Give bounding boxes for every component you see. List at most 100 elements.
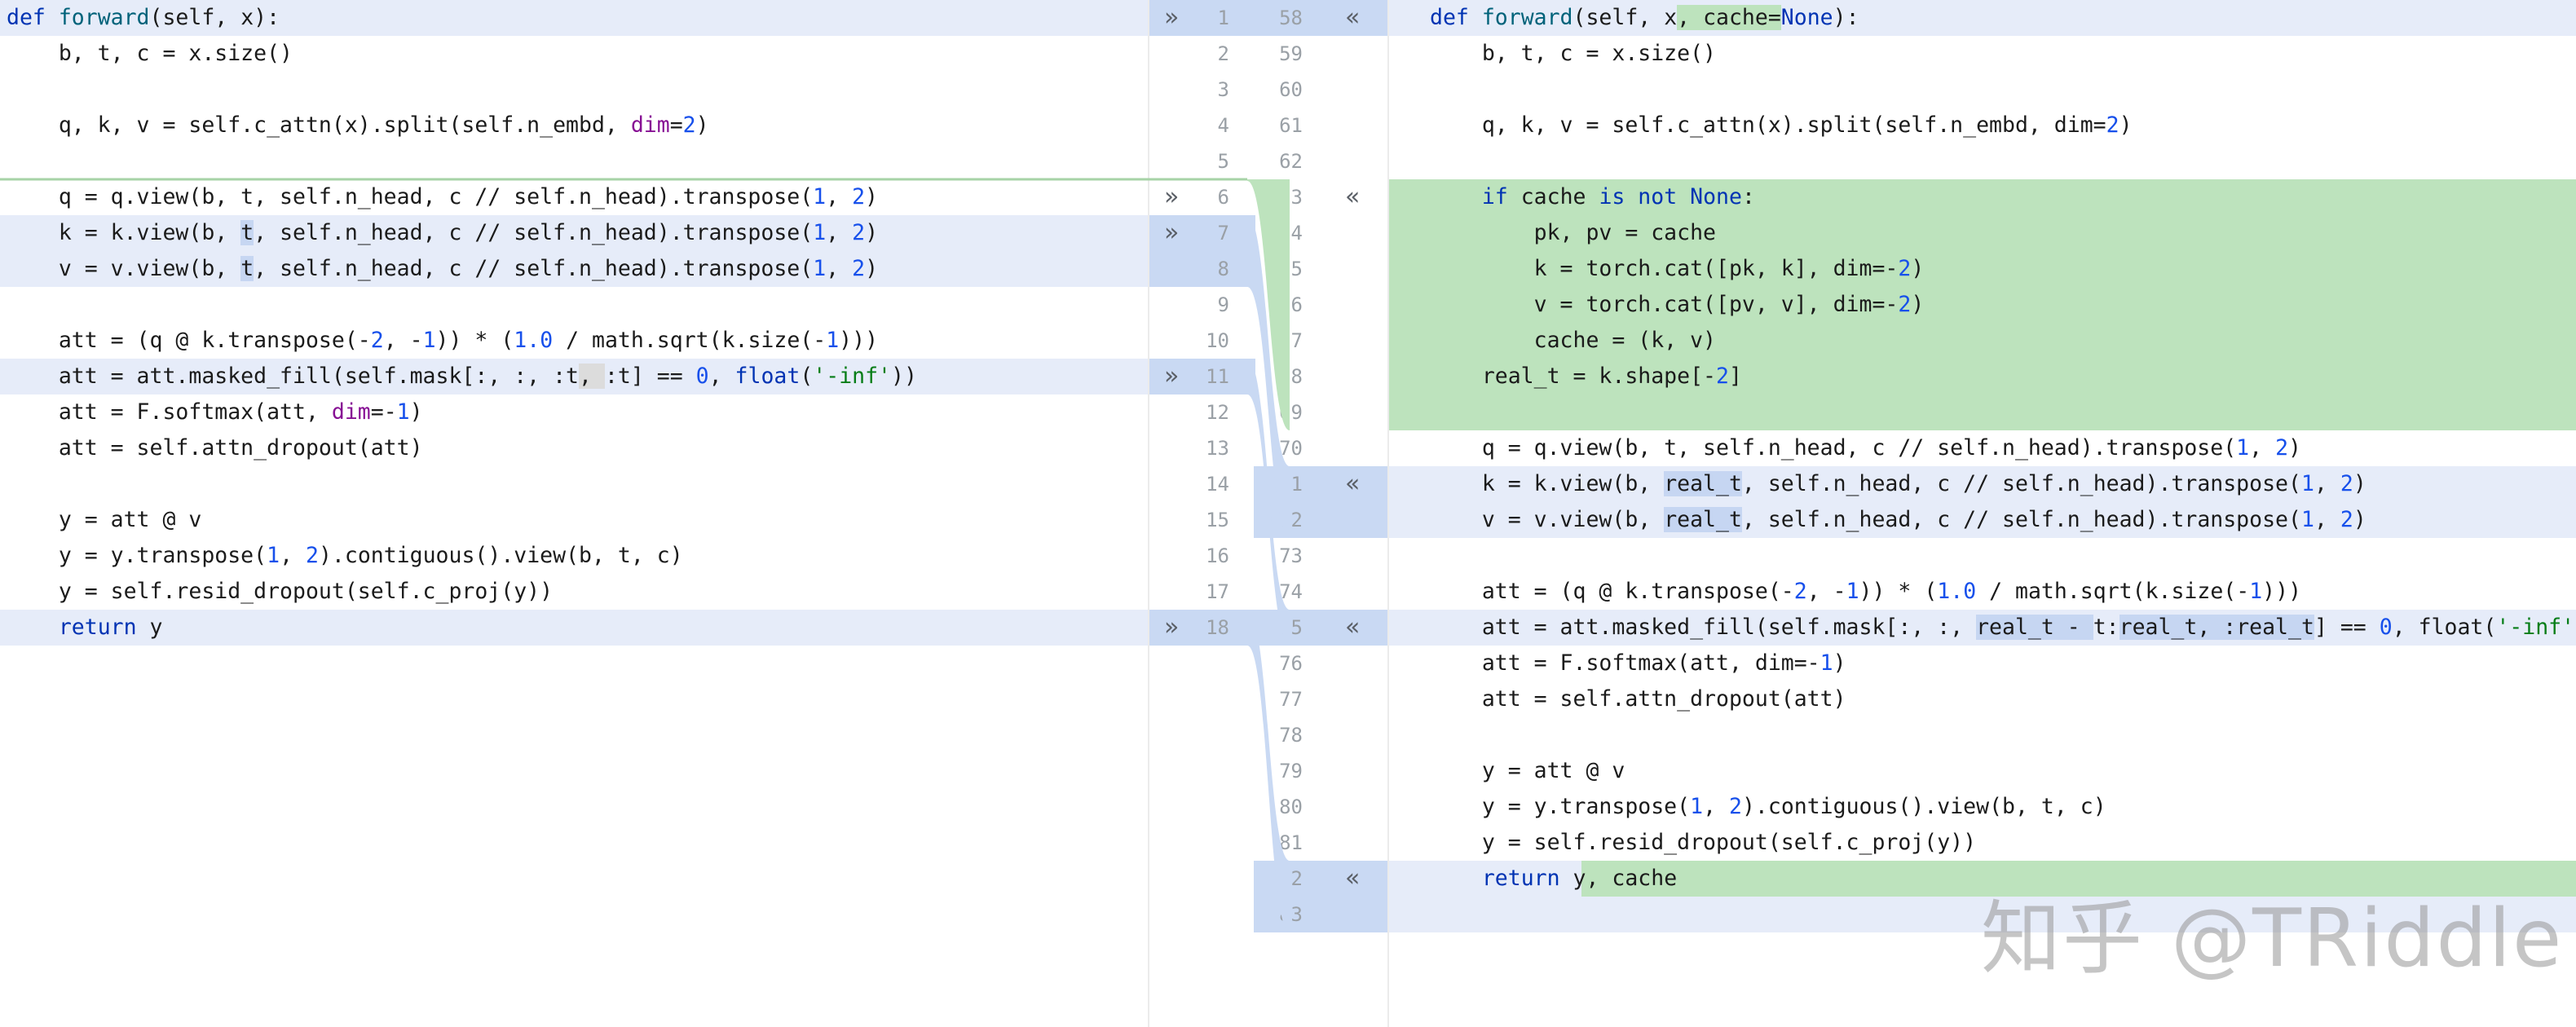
double-chevron-right-icon[interactable]: »	[1164, 359, 1179, 394]
double-chevron-left-icon[interactable]: «	[1345, 610, 1360, 646]
right-code-line: cache = (k, v)	[1389, 323, 2576, 359]
code-text: att = att.masked_fill(self.mask[:, :, :t…	[7, 359, 917, 394]
code-token: ,	[708, 364, 735, 389]
code-token: , -	[1806, 579, 1846, 604]
code-token: 1	[813, 220, 827, 245]
code-token: ):	[1833, 5, 1859, 30]
code-token: ,	[1703, 794, 1729, 819]
code-token: pk, pv = cache	[1430, 220, 1716, 245]
left-code-line	[0, 287, 1148, 323]
code-token: ,	[826, 256, 853, 281]
right-line-number: 74	[1279, 580, 1303, 603]
code-text: y = y.transpose(1, 2).contiguous().view(…	[1430, 789, 2106, 825]
code-token: b, t, c = x.size()	[1430, 41, 1716, 66]
right-code-line: pk, pv = cache	[1389, 215, 2576, 251]
code-token: (self,	[149, 5, 241, 30]
double-chevron-left-icon[interactable]: «	[1345, 179, 1360, 215]
code-token: (	[800, 364, 814, 389]
code-text: q, k, v = self.c_attn(x).split(self.n_em…	[7, 108, 709, 143]
left-line-number: 5	[1217, 150, 1229, 173]
code-text: y = att @ v	[7, 502, 202, 538]
right-line-number: 63	[1279, 186, 1303, 209]
left-code-line: k = k.view(b, t, self.n_head, c // self.…	[0, 215, 1148, 251]
code-token: 0	[2379, 615, 2393, 640]
code-token: , cache	[1586, 866, 1678, 891]
code-token: (self, x	[1573, 5, 1678, 30]
code-token: ]	[1728, 364, 1742, 389]
left-line-number: 11	[1206, 365, 1229, 388]
code-token: 2	[852, 220, 866, 245]
right-code-line	[1389, 72, 2576, 108]
code-token: , -	[383, 328, 423, 353]
code-token: real_t = k.shape[-	[1430, 364, 1716, 389]
double-chevron-left-icon[interactable]: «	[1345, 861, 1360, 897]
right-line-number: 62	[1279, 150, 1303, 173]
diff-gutter: 1 » 2 3 4 5 6 » 7 » 8 9 10 11 » 12 13 14 15 16 17 18 » 58 « 59 60 6…	[1148, 0, 1389, 1027]
code-token: 2	[2340, 507, 2353, 532]
code-token: )) * (	[1859, 579, 1938, 604]
code-token: k = k.view(b,	[1430, 471, 1665, 496]
code-token: b, t, c = x.size()	[7, 41, 293, 66]
code-token: 2	[305, 543, 319, 568]
code-text: k = k.view(b, t, self.n_head, c // self.…	[7, 215, 878, 251]
code-text: q, k, v = self.c_attn(x).split(self.n_em…	[1430, 108, 2133, 143]
right-line-number: 67	[1279, 329, 1303, 352]
code-token: , float(	[2392, 615, 2497, 640]
right-line-number: 64	[1279, 222, 1303, 245]
code-token: 1	[2236, 435, 2250, 461]
code-token: q, k, v = self.c_attn(x).split(self.n_em…	[7, 112, 631, 138]
right-code-line: y = self.resid_dropout(self.c_proj(y))	[1389, 825, 2576, 861]
code-text: att = self.attn_dropout(att)	[7, 430, 423, 466]
right-code-line	[1389, 717, 2576, 753]
code-text: k = torch.cat([pk, k], dim=-2)	[1430, 251, 1925, 287]
left-code-line	[0, 466, 1148, 502]
code-token: / math.sqrt(k.size(-	[553, 328, 827, 353]
right-line-number: 83	[1279, 903, 1303, 926]
code-token: )))	[2262, 579, 2302, 604]
left-line-number: 7	[1217, 222, 1229, 245]
double-chevron-right-icon[interactable]: »	[1164, 610, 1179, 646]
right-code-pane[interactable]: def forward(self, x, cache=None): b, t, …	[1389, 0, 2576, 1027]
double-chevron-right-icon[interactable]: »	[1164, 179, 1179, 215]
right-line-number: 61	[1279, 114, 1303, 137]
code-token: ):	[254, 5, 280, 30]
left-code-line: v = v.view(b, t, self.n_head, c // self.…	[0, 251, 1148, 287]
code-token: ,	[2249, 435, 2276, 461]
left-code-line	[0, 143, 1148, 179]
code-token: 2	[682, 112, 696, 138]
code-token: return	[58, 615, 137, 640]
code-token: y = y.transpose(	[1430, 794, 1691, 819]
code-token: ] ==	[2314, 615, 2380, 640]
left-code-line: att = F.softmax(att, dim=-1)	[0, 394, 1148, 430]
diff-viewer: def forward(self, x): b, t, c = x.size()…	[0, 0, 2576, 1027]
code-token: ,	[2314, 471, 2340, 496]
code-token: def	[1430, 5, 1482, 30]
code-token: return	[1481, 866, 1560, 891]
left-code-pane[interactable]: def forward(self, x): b, t, c = x.size()…	[0, 0, 1148, 1027]
code-token: 2	[370, 328, 384, 353]
double-chevron-left-icon[interactable]: «	[1345, 466, 1360, 502]
code-text: v = v.view(b, real_t, self.n_head, c // …	[1430, 502, 2366, 538]
code-token: 2	[1728, 794, 1742, 819]
code-token: , self.n_head, c // self.n_head).transpo…	[1741, 507, 2301, 532]
right-code-line	[1389, 538, 2576, 574]
right-code-line: att = att.masked_fill(self.mask[:, :, re…	[1389, 610, 2576, 646]
code-token: )	[2353, 471, 2366, 496]
right-line-number: 60	[1279, 78, 1303, 101]
left-line-number: 4	[1217, 114, 1229, 137]
double-chevron-left-icon[interactable]: «	[1345, 0, 1360, 36]
code-token: 1	[2249, 579, 2263, 604]
code-token: )	[1911, 256, 1925, 281]
double-chevron-right-icon[interactable]: »	[1164, 215, 1179, 251]
right-line-number: 65	[1279, 258, 1303, 280]
code-token: 1	[267, 543, 280, 568]
left-code-line: q = q.view(b, t, self.n_head, c // self.…	[0, 179, 1148, 215]
code-text: att = self.attn_dropout(att)	[1430, 681, 1846, 717]
code-token: 1	[396, 399, 410, 425]
right-line-number: 59	[1279, 42, 1303, 65]
left-line-number: 13	[1206, 437, 1229, 460]
code-token: =-	[370, 399, 397, 425]
code-token: y = att @ v	[7, 507, 202, 532]
double-chevron-right-icon[interactable]: »	[1164, 0, 1179, 36]
